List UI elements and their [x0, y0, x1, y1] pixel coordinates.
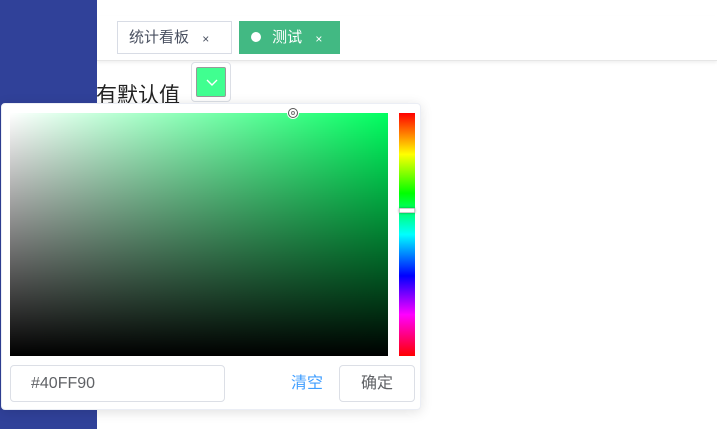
close-icon[interactable]: × [202, 24, 209, 55]
saturation-value-panel[interactable] [10, 108, 388, 356]
hue-slider[interactable] [399, 113, 415, 356]
color-picker-panel: 清空 确定 [1, 103, 421, 410]
color-picker-trigger[interactable] [191, 62, 231, 102]
hex-color-input[interactable] [10, 365, 225, 402]
top-navbar [97, 0, 717, 17]
color-swatch [196, 67, 226, 97]
tag-test-active[interactable]: 测试 × [239, 21, 340, 54]
hue-slider-thumb[interactable] [399, 208, 415, 213]
clear-button[interactable]: 清空 [291, 374, 323, 394]
close-icon[interactable]: × [315, 24, 322, 55]
confirm-button[interactable]: 确定 [339, 365, 415, 402]
sv-cursor-handle[interactable] [288, 108, 298, 118]
tag-label: 统计看板 [129, 29, 190, 46]
value-gradient [10, 113, 388, 356]
tags-view-bar: 统计看板 × 测试 × [97, 16, 717, 61]
tag-stats-dashboard[interactable]: 统计看板 × [117, 21, 232, 54]
tag-label: 测试 [272, 29, 303, 46]
active-dot-icon [251, 32, 261, 42]
chevron-down-icon [197, 68, 227, 98]
